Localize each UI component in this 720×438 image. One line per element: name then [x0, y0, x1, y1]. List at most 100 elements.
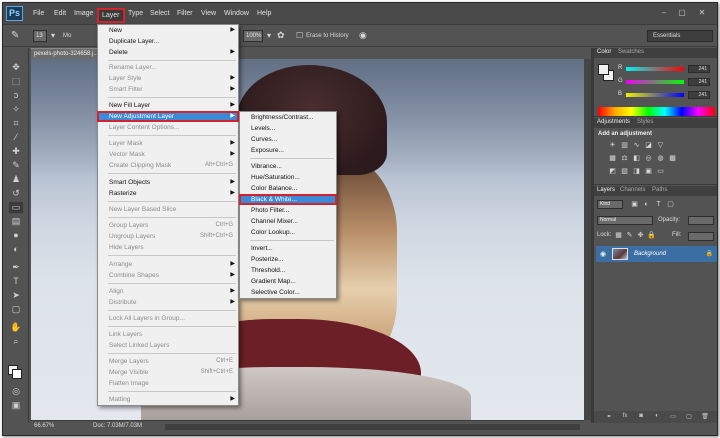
quick-select-tool-icon[interactable]: ✧	[9, 104, 23, 115]
hand-tool-icon[interactable]: ✋	[9, 322, 23, 333]
lock-transparency-icon[interactable]: ▦	[614, 232, 623, 240]
menu-item-delete[interactable]: Delete ▶	[98, 48, 238, 57]
menu-item-hide-layers[interactable]: Hide Layers	[98, 243, 238, 252]
menu-item-arrange[interactable]: Arrange ▶	[98, 260, 238, 269]
tab-layers[interactable]: Layers	[597, 187, 615, 193]
lock-all-icon[interactable]: 🔒	[647, 232, 656, 240]
menu-filter[interactable]: Filter	[177, 10, 193, 17]
submenu-item-posterize[interactable]: Posterize...	[240, 255, 336, 264]
channel-r-value[interactable]: 241	[688, 65, 710, 73]
submenu-item-gradient-map[interactable]: Gradient Map...	[240, 277, 336, 286]
menu-item-duplicate-layer[interactable]: Duplicate Layer...	[98, 37, 238, 46]
submenu-item-brightness-contrast[interactable]: Brightness/Contrast...	[240, 113, 336, 122]
new-layer-icon[interactable]: ▢	[684, 413, 694, 420]
submenu-item-exposure[interactable]: Exposure...	[240, 146, 336, 155]
eraser-tool-icon[interactable]: ✎	[11, 30, 19, 41]
filter-type-icon[interactable]: T	[654, 201, 663, 209]
type-tool-icon[interactable]: T	[9, 276, 23, 287]
new-adjustment-icon[interactable]: ◐	[652, 413, 662, 419]
minimize-icon[interactable]: –	[657, 8, 671, 18]
menu-item-new-fill-layer[interactable]: New Fill Layer ▶	[98, 101, 238, 110]
menu-item-flatten-image[interactable]: Flatten Image	[98, 379, 238, 388]
brush-tool-icon[interactable]: ✎	[9, 160, 23, 171]
crop-tool-icon[interactable]: ⌗	[9, 118, 23, 129]
menu-item-select-linked-layers[interactable]: Select Linked Layers	[98, 341, 238, 350]
selective-color-icon[interactable]: ▣	[644, 168, 653, 176]
tab-adjustments[interactable]: Adjustments	[597, 119, 630, 125]
menu-item-new[interactable]: New ▶	[98, 26, 238, 35]
maximize-icon[interactable]: ▢	[675, 8, 689, 18]
new-group-icon[interactable]: ▭	[668, 413, 678, 420]
menu-type[interactable]: Type	[128, 10, 143, 17]
menu-item-ungroup-layers[interactable]: Ungroup Layers Shift+Ctrl+G	[98, 232, 238, 241]
exposure-icon[interactable]: ◪	[644, 142, 653, 150]
tab-styles[interactable]: Styles	[637, 119, 653, 125]
color-lookup-icon[interactable]: ▩	[668, 155, 677, 163]
menu-item-link-layers[interactable]: Link Layers	[98, 330, 238, 339]
menu-select[interactable]: Select	[150, 10, 169, 17]
zoom-level[interactable]: 66.67%	[34, 423, 54, 429]
fill-field[interactable]	[688, 232, 714, 241]
horizontal-scrollbar[interactable]	[165, 424, 580, 430]
submenu-item-vibrance[interactable]: Vibrance...	[240, 162, 336, 171]
background-color-swatch[interactable]	[12, 369, 22, 379]
blend-mode-select[interactable]: Normal	[597, 216, 653, 225]
shape-tool-icon[interactable]: ▢	[9, 304, 23, 315]
vibrance-icon[interactable]: ▽	[656, 142, 665, 150]
submenu-item-selective-color[interactable]: Selective Color...	[240, 288, 336, 297]
tab-paths[interactable]: Paths	[652, 187, 667, 193]
menu-item-create-clipping-mask[interactable]: Create Clipping Mask Alt+Ctrl+G	[98, 161, 238, 170]
threshold-icon[interactable]: ◨	[632, 168, 641, 176]
pen-tool-icon[interactable]: ✒	[9, 262, 23, 273]
curves-icon[interactable]: ∿	[632, 142, 641, 150]
menu-item-lock-all-layers[interactable]: Lock All Layers in Group...	[98, 314, 238, 323]
submenu-item-levels[interactable]: Levels...	[240, 124, 336, 133]
submenu-item-photo-filter[interactable]: Photo Filter...	[240, 206, 336, 215]
path-select-tool-icon[interactable]: ➤	[9, 290, 23, 301]
eyedropper-tool-icon[interactable]: ⁄	[9, 132, 23, 143]
lasso-tool-icon[interactable]: ↄ	[9, 90, 23, 101]
vertical-scrollbar[interactable]	[584, 59, 591, 420]
dodge-tool-icon[interactable]: ◐	[9, 244, 23, 255]
menu-item-smart-objects[interactable]: Smart Objects ▶	[98, 178, 238, 187]
menu-item-new-adjustment-layer[interactable]: New Adjustment Layer ▶	[97, 111, 239, 122]
filter-shape-icon[interactable]: ▢	[666, 201, 675, 209]
photo-filter-icon[interactable]: ◎	[644, 155, 653, 163]
color-spectrum[interactable]	[598, 107, 715, 116]
submenu-item-hue-saturation[interactable]: Hue/Saturation...	[240, 173, 336, 182]
channel-b-slider[interactable]	[626, 93, 684, 97]
menu-item-new-layer-based-slice[interactable]: New Layer Based Slice	[98, 205, 238, 214]
filter-pixel-icon[interactable]: ▣	[630, 201, 639, 209]
brightness-icon[interactable]: ☀	[608, 142, 617, 150]
menu-view[interactable]: View	[201, 10, 216, 17]
add-mask-icon[interactable]: ◙	[636, 413, 646, 419]
menu-item-rasterize[interactable]: Rasterize ▶	[98, 189, 238, 198]
filter-adjustment-icon[interactable]: ◐	[642, 201, 651, 209]
tab-channels[interactable]: Channels	[620, 187, 645, 193]
menu-window[interactable]: Window	[224, 10, 249, 17]
menu-image[interactable]: Image	[74, 10, 93, 17]
menu-file[interactable]: File	[33, 10, 44, 17]
lock-pixels-icon[interactable]: ✎	[625, 232, 634, 240]
tab-swatches[interactable]: Swatches	[618, 49, 644, 55]
menu-item-rename-layer[interactable]: Rename Layer...	[98, 63, 238, 72]
erase-history-checkbox[interactable]: ☐	[296, 31, 303, 40]
menu-item-distribute[interactable]: Distribute ▶	[98, 298, 238, 307]
channel-g-value[interactable]: 241	[688, 78, 710, 86]
menu-item-group-layers[interactable]: Group Layers Ctrl+G	[98, 221, 238, 230]
layer-row-background[interactable]: ◉ Background 🔒	[596, 246, 717, 262]
menu-layer[interactable]: Layer	[97, 8, 125, 23]
menu-item-layer-style[interactable]: Layer Style ▶	[98, 74, 238, 83]
submenu-item-threshold[interactable]: Threshold...	[240, 266, 336, 275]
blur-tool-icon[interactable]: ●	[9, 230, 23, 241]
close-icon[interactable]: ✕	[695, 8, 709, 18]
brush-picker-icon[interactable]: ▾	[51, 31, 55, 40]
gradient-tool-icon[interactable]: ▤	[9, 216, 23, 227]
channel-r-slider[interactable]	[626, 67, 684, 71]
menu-item-smart-filter[interactable]: Smart Filter ▶	[98, 85, 238, 94]
color-fg-swatch[interactable]	[598, 64, 609, 75]
hue-saturation-icon[interactable]: ▦	[608, 155, 617, 163]
layer-filter-kind[interactable]: Kind	[597, 200, 623, 209]
gradient-map-icon[interactable]: ▭	[656, 168, 665, 176]
channel-b-value[interactable]: 241	[688, 91, 710, 99]
